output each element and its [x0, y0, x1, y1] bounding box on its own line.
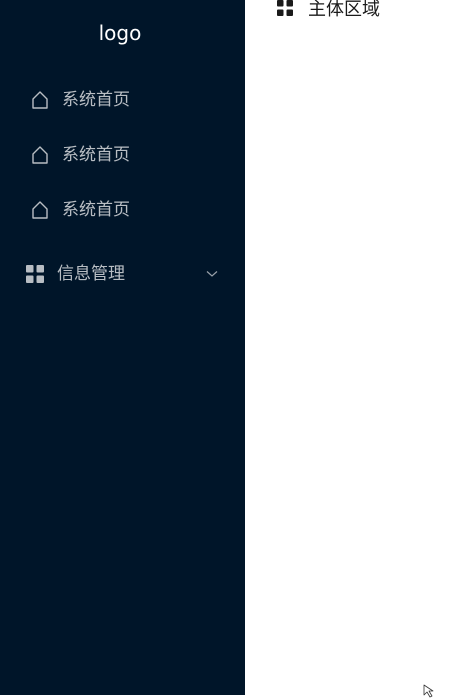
sidebar-item-home-3[interactable]: 系统首页	[0, 187, 245, 233]
chevron-down-icon	[206, 270, 218, 278]
sidebar-item-home-2[interactable]: 系统首页	[0, 132, 245, 178]
sidebar: logo 系统首页 系统首页 系统首页 信息管理	[0, 0, 245, 695]
main-content	[245, 0, 454, 695]
mouse-cursor-icon	[423, 684, 434, 698]
sidebar-item-label: 系统首页	[62, 145, 130, 165]
appstore-icon	[26, 265, 44, 283]
appstore-icon	[277, 0, 293, 16]
sidebar-item-label: 系统首页	[62, 90, 130, 110]
submenu-info-management[interactable]: 信息管理	[0, 251, 245, 297]
home-icon	[30, 145, 50, 165]
submenu-label: 信息管理	[57, 264, 125, 284]
home-icon	[30, 200, 50, 220]
main-title: 主体区域	[277, 0, 380, 20]
logo: logo	[98, 21, 142, 45]
sidebar-item-home-1[interactable]: 系统首页	[0, 77, 245, 123]
main-title-text: 主体区域	[308, 0, 380, 20]
sidebar-item-label: 系统首页	[62, 200, 130, 220]
home-icon	[30, 90, 50, 110]
